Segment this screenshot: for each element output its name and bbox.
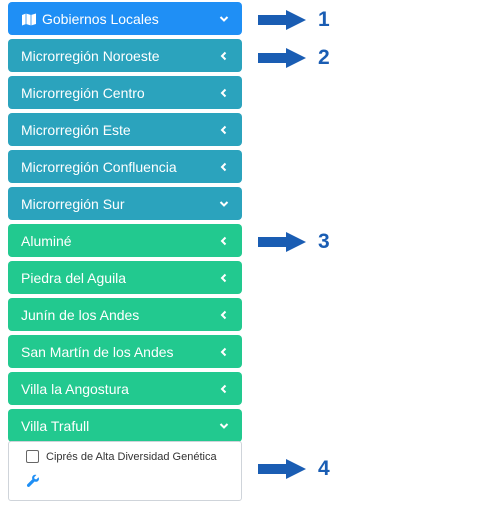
chevron-left-icon [220,273,227,282]
menu-item-microrregion-confluencia[interactable]: Microrregión Confluencia [8,150,242,183]
layer-checkbox[interactable] [26,450,39,463]
layer-panel: Ciprés de Alta Diversidad Genética [8,441,242,501]
layer-label: Ciprés de Alta Diversidad Genética [46,450,217,463]
chevron-left-icon [220,236,227,245]
menu-item-label: Microrregión Noroeste [21,47,160,64]
callout-1: 1 [256,8,330,32]
menu-item-gobiernos-locales[interactable]: Gobiernos Locales [8,2,242,35]
chevron-left-icon [220,310,227,319]
menu-item-label: Aluminé [21,232,72,249]
chevron-left-icon [220,125,227,134]
map-icon [22,13,36,25]
menu-item-san-martin-de-los-andes[interactable]: San Martín de los Andes [8,335,242,368]
wrench-icon[interactable] [26,474,40,488]
arrow-right-icon [258,48,306,68]
chevron-left-icon [220,347,227,356]
menu-item-alumine[interactable]: Aluminé [8,224,242,257]
menu-item-label: Microrregión Confluencia [21,158,177,175]
menu-item-label: San Martín de los Andes [21,343,174,360]
menu-item-label: Gobiernos Locales [42,10,159,27]
callout-number: 2 [318,46,330,69]
callout-2: 2 [256,46,330,70]
arrow-right-icon [258,459,306,479]
menu-item-villa-trafull[interactable]: Villa Trafull [8,409,242,442]
menu-item-microrregion-noroeste[interactable]: Microrregión Noroeste [8,39,242,72]
chevron-down-icon [219,422,229,429]
chevron-down-icon [219,15,229,22]
menu-item-label: Microrregión Centro [21,84,145,101]
callout-3: 3 [256,230,330,254]
arrow-right-icon [258,10,306,30]
chevron-down-icon [219,200,229,207]
menu-item-piedra-del-aguila[interactable]: Piedra del Aguila [8,261,242,294]
callout-number: 1 [318,8,330,31]
menu-item-label: Microrregión Este [21,121,131,138]
menu-item-label: Villa la Angostura [21,380,129,397]
chevron-left-icon [220,162,227,171]
chevron-left-icon [220,51,227,60]
menu-item-villa-la-angostura[interactable]: Villa la Angostura [8,372,242,405]
menu-item-microrregion-centro[interactable]: Microrregión Centro [8,76,242,109]
menu-item-microrregion-sur[interactable]: Microrregión Sur [8,187,242,220]
menu-item-label: Piedra del Aguila [21,269,127,286]
callout-4: 4 [256,457,330,481]
callout-number: 4 [318,457,330,480]
menu-item-junin-de-los-andes[interactable]: Junín de los Andes [8,298,242,331]
chevron-left-icon [220,384,227,393]
layer-row[interactable]: Ciprés de Alta Diversidad Genética [26,450,241,463]
menu-item-label: Villa Trafull [21,417,90,434]
menu-item-microrregion-este[interactable]: Microrregión Este [8,113,242,146]
menu-item-label: Junín de los Andes [21,306,140,323]
menu-item-label: Microrregión Sur [21,195,125,212]
chevron-left-icon [220,88,227,97]
callout-number: 3 [318,230,330,253]
arrow-right-icon [258,232,306,252]
layer-menu: Gobiernos Locales Microrregión Noroeste … [8,2,242,501]
